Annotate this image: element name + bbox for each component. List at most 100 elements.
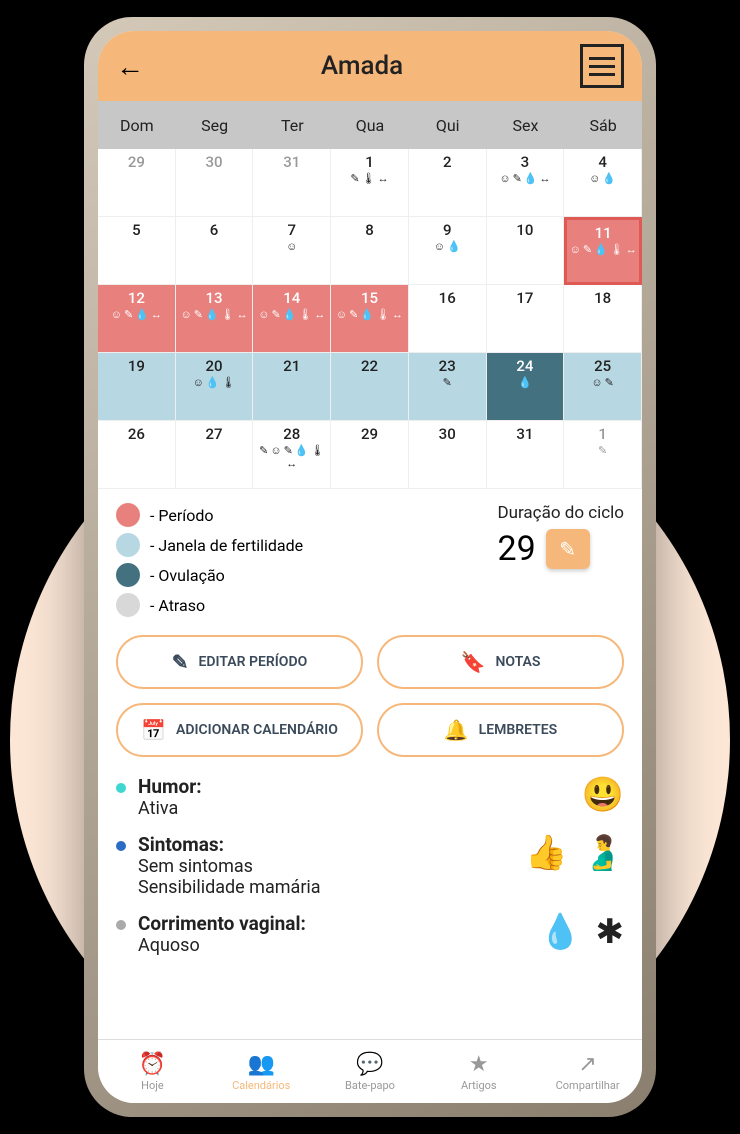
calendar-day[interactable]: 30 [176, 149, 254, 217]
day-number: 16 [439, 289, 456, 307]
symptoms-value: Sensibilidade mamária [138, 877, 513, 898]
nav-share[interactable]: ↗Compartilhar [533, 1040, 642, 1103]
calendar-plus-icon: 📅 [141, 718, 166, 742]
day-icons: ✎🌡↔ [350, 173, 388, 184]
reminders-button[interactable]: 🔔 LEMBRETES [377, 703, 624, 757]
bookmark-icon: 🔖 [461, 650, 486, 674]
nav-label: Compartilhar [556, 1079, 620, 1092]
legend-fertility: - Janela de fertilidade [116, 533, 303, 557]
day-icons: ☺ [286, 241, 297, 252]
weekday-cell: Qui [409, 101, 487, 149]
calendar-day[interactable]: 10 [487, 217, 565, 285]
day-number: 2 [443, 153, 452, 171]
edit-period-button[interactable]: ✎ EDITAR PERÍODO [116, 635, 363, 689]
legend-fertility-label: - Janela de fertilidade [150, 536, 303, 555]
discharge-row[interactable]: Corrimento vaginal: Aquoso 💧✱ [116, 912, 624, 956]
calendar-day[interactable]: 12☺✎💧↔ [98, 285, 176, 353]
symptoms-value: Sem sintomas [138, 856, 513, 877]
nav-today[interactable]: ⏰Hoje [98, 1040, 207, 1103]
calendar-day[interactable]: 5 [98, 217, 176, 285]
calendar-day[interactable]: 24💧 [487, 353, 565, 421]
nav-label: Calendários [232, 1079, 290, 1092]
calendar-day[interactable]: 28✎☺✎💧🌡↔ [253, 421, 331, 489]
calendar-day[interactable]: 3☺✎💧↔ [487, 149, 565, 217]
app-header: ← Amada [98, 31, 642, 101]
symptoms-label: Sintomas: [138, 833, 513, 856]
calendar-day[interactable]: 1✎🌡↔ [331, 149, 409, 217]
legend-ovulation-label: - Ovulação [150, 566, 225, 585]
calendar-day[interactable]: 30 [409, 421, 487, 489]
back-button[interactable]: ← [116, 50, 144, 83]
calendar-day[interactable]: 16 [409, 285, 487, 353]
nav-label: Hoje [141, 1079, 164, 1092]
day-number: 30 [439, 425, 456, 443]
day-number: 31 [516, 425, 533, 443]
bullet-icon [116, 920, 126, 930]
calendar-day[interactable]: 26 [98, 421, 176, 489]
notes-label: NOTAS [495, 654, 540, 670]
calendar-day[interactable]: 29 [98, 149, 176, 217]
bottom-nav: ⏰Hoje 👥Calendários 💬Bate-papo ★Artigos ↗… [98, 1039, 642, 1103]
calendar-day[interactable]: 15☺✎💧🌡↔ [331, 285, 409, 353]
day-number: 21 [283, 357, 300, 375]
pencil-icon: ✎ [172, 650, 189, 674]
add-calendar-button[interactable]: 📅 ADICIONAR CALENDÁRIO [116, 703, 363, 757]
calendar-day[interactable]: 2 [409, 149, 487, 217]
notes-button[interactable]: 🔖 NOTAS [377, 635, 624, 689]
calendar-day[interactable]: 17 [487, 285, 565, 353]
nav-calendars[interactable]: 👥Calendários [207, 1040, 316, 1103]
edit-cycle-button[interactable]: ✎ [546, 529, 590, 569]
calendar-day[interactable]: 20☺💧🌡 [176, 353, 254, 421]
calendar-day[interactable]: 9 ☺💧 [409, 217, 487, 285]
day-number: 8 [365, 221, 374, 239]
day-number: 3 [521, 153, 530, 171]
calendar-day[interactable]: 6 [176, 217, 254, 285]
day-number: 24 [516, 357, 533, 375]
day-number: 9 [443, 221, 452, 239]
calendar-day[interactable]: 23✎ [409, 353, 487, 421]
calendar-day[interactable]: 19 [98, 353, 176, 421]
splash-icon: ✱ [596, 912, 625, 952]
calendar-day[interactable]: 29 [331, 421, 409, 489]
day-number: 25 [594, 357, 611, 375]
menu-button[interactable] [580, 44, 624, 88]
nav-articles[interactable]: ★Artigos [424, 1040, 533, 1103]
chat-icon: 💬 [356, 1052, 383, 1077]
calendar-day[interactable]: 14☺✎💧🌡↔ [253, 285, 331, 353]
day-number: 1 [598, 425, 607, 443]
weekday-cell: Sáb [564, 101, 642, 149]
pencil-icon: ✎ [559, 537, 576, 561]
calendar-day[interactable]: 27 [176, 421, 254, 489]
calendar-day[interactable]: 11☺✎💧🌡↔ [564, 217, 642, 285]
day-number: 17 [516, 289, 533, 307]
calendar-day[interactable]: 4☺💧 [564, 149, 642, 217]
day-icons: ☺✎ [591, 377, 613, 388]
bell-icon: 🔔 [444, 718, 469, 742]
day-number: 26 [128, 425, 145, 443]
day-icons: ☺💧 [434, 241, 461, 252]
smiley-icon: 😃 [582, 775, 624, 815]
weekday-cell: Sex [487, 101, 565, 149]
nav-chat[interactable]: 💬Bate-papo [316, 1040, 425, 1103]
day-number: 10 [516, 221, 533, 239]
add-calendar-label: ADICIONAR CALENDÁRIO [176, 722, 338, 738]
calendar-day[interactable]: 22 [331, 353, 409, 421]
legend: - Período - Janela de fertilidade - Ovul… [116, 503, 303, 617]
calendar-day[interactable]: 18 [564, 285, 642, 353]
calendar-grid: 2930311✎🌡↔23☺✎💧↔4☺💧567☺89☺💧1011☺✎💧🌡↔12☺✎… [98, 149, 642, 489]
calendar-day[interactable]: 31 [253, 149, 331, 217]
day-number: 13 [206, 289, 223, 307]
calendar-day[interactable]: 21 [253, 353, 331, 421]
day-icons: ☺💧🌡 [193, 377, 236, 388]
weekday-header: DomSegTerQuaQuiSexSáb [98, 101, 642, 149]
day-icons: ☺💧 [589, 173, 616, 184]
calendar-day[interactable]: 1✎ [564, 421, 642, 489]
calendar-day[interactable]: 31 [487, 421, 565, 489]
calendar-day[interactable]: 25 ☺✎ [564, 353, 642, 421]
calendar-day[interactable]: 8 [331, 217, 409, 285]
mood-row[interactable]: Humor: Ativa 😃 [116, 775, 624, 819]
day-number: 29 [128, 153, 145, 171]
symptoms-row[interactable]: Sintomas: Sem sintomas Sensibilidade mam… [116, 833, 624, 898]
calendar-day[interactable]: 13☺✎💧🌡↔ [176, 285, 254, 353]
calendar-day[interactable]: 7☺ [253, 217, 331, 285]
